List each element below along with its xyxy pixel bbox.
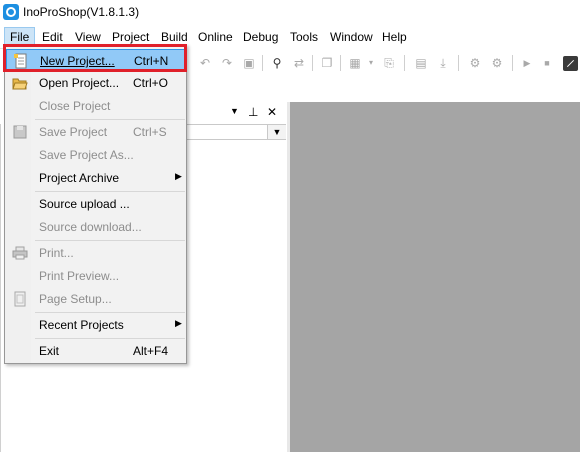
run-icon[interactable]: ▶ <box>520 56 534 70</box>
copy-window-icon[interactable]: ❐ <box>320 56 334 70</box>
menu-item-open-project[interactable]: Open Project... Ctrl+O <box>6 72 186 94</box>
menu-item-print-preview[interactable]: Print Preview... <box>6 265 186 287</box>
reset-icon[interactable] <box>563 56 578 71</box>
chevron-down-icon[interactable]: ▾ <box>364 56 378 70</box>
menu-item-save-project-as[interactable]: Save Project As... <box>6 144 186 166</box>
chevron-down-icon[interactable]: ▼ <box>267 125 286 139</box>
insert-object-icon[interactable]: ⎘ <box>382 56 396 70</box>
toolbar-separator <box>262 55 263 71</box>
login-gear-icon[interactable]: ⚙ <box>468 56 482 70</box>
menu-item-project-archive[interactable]: Project Archive ▶ <box>6 167 186 189</box>
download-icon[interactable]: ⤓ <box>436 56 450 70</box>
menu-shortcut: Alt+F4 <box>133 344 169 358</box>
open-folder-icon <box>12 78 28 90</box>
menu-view[interactable]: View <box>75 30 101 44</box>
menu-label: Exit <box>39 344 60 358</box>
menu-tools[interactable]: Tools <box>290 30 318 44</box>
pin-icon[interactable]: ⊥ <box>248 105 258 119</box>
title-bar: InoProShop(V1.8.1.3) <box>0 0 580 26</box>
toolbar: ↶ ↷ ▣ ⚲ ⇄ ❐ ▦ ▾ ⎘ ▤ ⤓ ⚙ ⚙ ▶ ■ <box>186 48 580 78</box>
menu-label: Print... <box>39 246 74 260</box>
menu-separator <box>35 119 185 120</box>
file-menu-dropdown: New Project... Ctrl+N Open Project... Ct… <box>4 44 187 364</box>
grid-dropdown-icon[interactable]: ▦ <box>348 56 362 70</box>
menu-help[interactable]: Help <box>382 30 407 44</box>
menu-item-print[interactable]: Print... <box>6 242 186 264</box>
menu-item-page-setup[interactable]: Page Setup... <box>6 288 186 310</box>
window-title: InoProShop(V1.8.1.3) <box>23 5 140 19</box>
menu-shortcut: Ctrl+O <box>133 76 169 90</box>
menu-item-save-project[interactable]: Save Project Ctrl+S <box>6 121 186 143</box>
menu-project[interactable]: Project <box>112 30 149 44</box>
menu-window[interactable]: Window <box>330 30 373 44</box>
menu-label: Open Project... <box>39 76 120 90</box>
menu-label: Source upload ... <box>39 197 130 211</box>
clipboard-icon[interactable]: ▣ <box>242 56 256 70</box>
menu-label: Source download... <box>39 220 142 234</box>
menu-label: Project Archive <box>39 171 120 185</box>
menu-edit[interactable]: Edit <box>42 30 63 44</box>
menu-debug[interactable]: Debug <box>243 30 278 44</box>
menu-online[interactable]: Online <box>198 30 233 44</box>
menu-item-exit[interactable]: Exit Alt+F4 <box>6 340 186 362</box>
menu-shortcut: Ctrl+S <box>133 125 167 139</box>
save-disk-icon <box>13 125 27 139</box>
menu-item-close-project[interactable]: Close Project <box>6 95 186 117</box>
stop-icon[interactable]: ■ <box>540 56 554 70</box>
page-setup-icon <box>14 291 26 307</box>
undo-icon[interactable]: ↶ <box>198 56 212 70</box>
menu-label: Save Project <box>39 125 108 139</box>
submenu-arrow-icon: ▶ <box>175 318 182 328</box>
menu-label: Save Project As... <box>39 148 134 162</box>
toolbar-separator <box>458 55 459 71</box>
menu-separator <box>35 312 185 313</box>
panel-menu-chevron-icon[interactable]: ▼ <box>230 106 239 116</box>
replace-icon[interactable]: ⇄ <box>292 56 306 70</box>
menu-separator <box>35 191 185 192</box>
menu-build[interactable]: Build <box>161 30 188 44</box>
inoproshop-logo-icon <box>3 4 19 20</box>
toolbar-separator <box>404 55 405 71</box>
build-grid-icon[interactable]: ▤ <box>414 56 428 70</box>
menu-label: Page Setup... <box>39 292 112 306</box>
submenu-arrow-icon: ▶ <box>175 171 182 181</box>
logout-gear-icon[interactable]: ⚙ <box>490 56 504 70</box>
toolbar-separator <box>312 55 313 71</box>
menu-item-source-upload[interactable]: Source upload ... <box>6 193 186 215</box>
annotation-highlight-box <box>3 44 187 72</box>
toolbar-separator <box>512 55 513 71</box>
find-icon[interactable]: ⚲ <box>270 56 284 70</box>
toolbar-separator <box>340 55 341 71</box>
menu-label: Close Project <box>39 99 111 113</box>
menu-separator <box>35 338 185 339</box>
menu-separator <box>35 240 185 241</box>
panel-border <box>0 124 1 452</box>
close-icon[interactable]: ✕ <box>267 105 277 119</box>
menu-item-source-download[interactable]: Source download... <box>6 216 186 238</box>
editor-workspace <box>290 102 580 452</box>
menu-label: Recent Projects <box>39 318 124 332</box>
menu-label: Print Preview... <box>39 269 120 283</box>
menu-item-recent-projects[interactable]: Recent Projects ▶ <box>6 314 186 336</box>
printer-icon <box>12 246 28 260</box>
redo-icon[interactable]: ↷ <box>220 56 234 70</box>
